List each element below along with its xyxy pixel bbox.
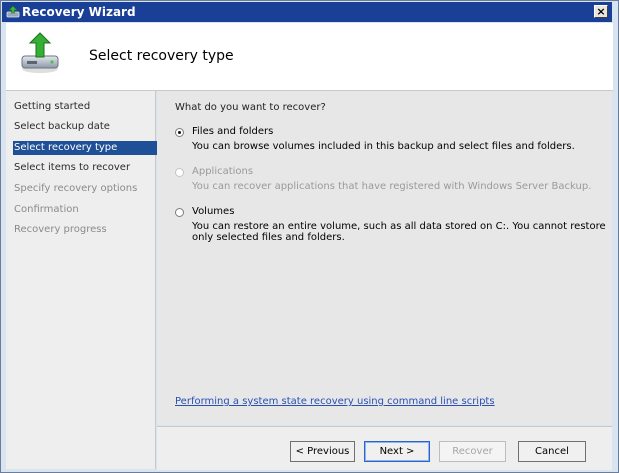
steps-sidebar: Getting started Select backup date Selec… <box>6 91 162 469</box>
page-title: Select recovery type <box>89 48 234 64</box>
recover-button: Recover <box>439 441 506 462</box>
close-icon: × <box>596 5 606 18</box>
files-and-folders-radio[interactable] <box>175 128 184 137</box>
step-recovery-progress: Recovery progress <box>14 224 107 235</box>
content-area: What do you want to recover? Files and f… <box>157 91 612 425</box>
restore-disk-icon <box>21 32 59 73</box>
volumes-description: You can restore an entire volume, such a… <box>192 221 606 243</box>
step-specify-recovery-options: Specify recovery options <box>14 183 138 194</box>
volumes-radio[interactable] <box>175 208 184 217</box>
previous-button[interactable]: < Previous <box>290 441 355 462</box>
step-select-backup-date[interactable]: Select backup date <box>14 120 144 134</box>
system-state-recovery-link[interactable]: Performing a system state recovery using… <box>175 396 495 407</box>
step-select-items-to-recover[interactable]: Select items to recover <box>14 161 144 175</box>
applications-description: You can recover applications that have r… <box>192 181 592 192</box>
recovery-wizard-window: Recovery Wizard × Select recovery type G… <box>0 0 619 473</box>
title-bar[interactable]: Recovery Wizard × <box>2 2 612 22</box>
files-and-folders-description: You can browse volumes included in this … <box>192 141 575 152</box>
backup-app-icon <box>6 5 20 18</box>
question-label: What do you want to recover? <box>175 102 326 113</box>
files-and-folders-label[interactable]: Files and folders <box>192 126 273 137</box>
step-select-recovery-type[interactable]: Select recovery type <box>13 141 162 155</box>
volumes-label[interactable]: Volumes <box>192 206 234 217</box>
step-confirmation: Confirmation <box>14 204 79 215</box>
step-getting-started[interactable]: Getting started <box>14 100 144 114</box>
button-bar: < Previous Next > Recover Cancel <box>157 426 612 470</box>
next-button[interactable]: Next > <box>364 441 430 462</box>
wizard-header: Select recovery type <box>6 23 613 91</box>
applications-radio <box>175 168 184 177</box>
cancel-button[interactable]: Cancel <box>518 441 586 462</box>
applications-label: Applications <box>192 166 254 177</box>
window-title: Recovery Wizard <box>22 5 136 19</box>
close-button[interactable]: × <box>594 5 608 18</box>
